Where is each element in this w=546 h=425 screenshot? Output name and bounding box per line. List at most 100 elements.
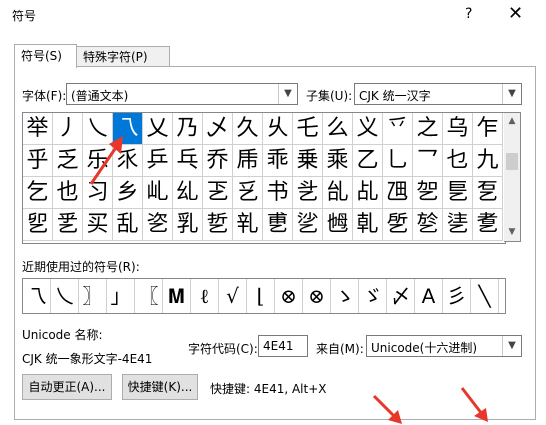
symbol-cell[interactable]: 乏: [53, 145, 83, 177]
from-select-value: Unicode(十六进制): [371, 341, 478, 355]
symbol-cell[interactable]: 乪: [383, 177, 413, 209]
symbol-cell[interactable]: 乇: [293, 113, 323, 145]
recent-symbol-cell[interactable]: 〗: [79, 279, 107, 313]
recent-symbol-cell[interactable]: 〖: [135, 279, 163, 313]
symbol-cell[interactable]: 久: [233, 113, 263, 145]
symbol-cell[interactable]: 乤: [203, 177, 233, 209]
scroll-down-icon[interactable]: ▼: [504, 224, 520, 241]
symbol-cell[interactable]: 乻: [413, 209, 443, 241]
symbol-cell[interactable]: 举: [23, 113, 53, 145]
symbol-cell[interactable]: 乼: [443, 209, 473, 241]
symbol-cell[interactable]: 乎: [23, 145, 53, 177]
help-button[interactable]: ?: [465, 6, 472, 22]
symbol-cell[interactable]: 么: [323, 113, 353, 145]
symbol-cell[interactable]: 乍: [473, 113, 503, 145]
symbol-cell[interactable]: 乜: [443, 145, 473, 177]
recent-symbol-cell[interactable]: ℓ: [191, 279, 219, 313]
font-select-value: (普通文本): [71, 89, 129, 103]
symbol-cell[interactable]: 之: [413, 113, 443, 145]
symbol-cell[interactable]: 乣: [173, 177, 203, 209]
symbol-cell[interactable]: 乨: [323, 177, 353, 209]
symbol-cell[interactable]: 乳: [173, 209, 203, 241]
recent-symbol-cell[interactable]: 」: [107, 279, 135, 313]
symbol-cell[interactable]: 乬: [443, 177, 473, 209]
symbol-cell[interactable]: 乧: [293, 177, 323, 209]
symbol-cell[interactable]: 乖: [263, 145, 293, 177]
symbol-cell[interactable]: 乓: [173, 145, 203, 177]
recent-symbol-cell[interactable]: ⊗: [303, 279, 331, 313]
symbol-cell[interactable]: 乥: [233, 177, 263, 209]
symbol-cell[interactable]: 乌: [443, 113, 473, 145]
autocorrect-button[interactable]: 自动更正(A)...: [22, 374, 112, 400]
symbol-cell[interactable]: 书: [263, 177, 293, 209]
recent-symbol-cell[interactable]: 乀: [51, 279, 79, 313]
symbol-cell[interactable]: 乲: [143, 209, 173, 241]
symbol-cell[interactable]: 乱: [113, 209, 143, 241]
symbol-cell[interactable]: 乔: [203, 145, 233, 177]
symbol-cell[interactable]: 乹: [353, 209, 383, 241]
grid-scrollbar[interactable]: ▲ ▼: [504, 112, 521, 242]
symbol-cell[interactable]: 乯: [53, 209, 83, 241]
from-select[interactable]: Unicode(十六进制) ▼: [366, 335, 522, 357]
symbol-cell[interactable]: 乸: [323, 209, 353, 241]
symbol-cell[interactable]: 乷: [293, 209, 323, 241]
recent-symbol-cell[interactable]: 乁: [23, 279, 51, 313]
symbol-cell[interactable]: 也: [53, 177, 83, 209]
font-select[interactable]: (普通文本) ▼: [66, 83, 298, 105]
shortcut-key-text: 快捷键: 4E41, Alt+X: [210, 382, 327, 396]
close-button[interactable]: ✕: [508, 3, 523, 24]
symbol-cell[interactable]: 乭: [473, 177, 503, 209]
symbol-cell[interactable]: 乙: [353, 145, 383, 177]
recent-symbol-cell[interactable]: ゞ: [359, 279, 387, 313]
tab-special-characters[interactable]: 特殊字符(P): [76, 46, 170, 67]
symbol-cell[interactable]: 乊: [383, 113, 413, 145]
symbol-cell[interactable]: 乺: [383, 209, 413, 241]
symbol-cell[interactable]: 丿: [53, 113, 83, 145]
symbol-cell[interactable]: 乢: [143, 177, 173, 209]
symbol-cell[interactable]: 乵: [233, 209, 263, 241]
symbol-cell[interactable]: 乞: [23, 177, 53, 209]
recent-symbols: 乁乀〗」〖 𝐌ℓ √ ⌊ ⊗ ⊗ ゝゞ〆 𝖠 彡 ╲: [22, 278, 506, 314]
recent-symbol-cell[interactable]: ⌊: [247, 279, 275, 313]
symbol-cell[interactable]: 乚: [383, 145, 413, 177]
symbol-cell[interactable]: 乶: [263, 209, 293, 241]
chevron-down-icon[interactable]: ▼: [278, 84, 297, 104]
symbol-cell[interactable]: 乽: [473, 209, 503, 241]
recent-symbol-cell[interactable]: √: [219, 279, 247, 313]
subset-select-value: CJK 统一汉字: [359, 89, 431, 103]
recent-symbol-cell[interactable]: 𝖠: [415, 279, 443, 313]
char-code-label: 字符代码(C):: [188, 342, 258, 356]
symbol-cell[interactable]: 乴: [203, 209, 233, 241]
tab-symbols[interactable]: 符号(S): [14, 44, 77, 68]
symbol-cell[interactable]: 乩: [353, 177, 383, 209]
shortcut-key-button[interactable]: 快捷键(K)...: [122, 374, 198, 400]
symbol-cell[interactable]: 乆: [263, 113, 293, 145]
symbol-cell[interactable]: 义: [353, 113, 383, 145]
symbol-cell[interactable]: 乕: [233, 145, 263, 177]
subset-select[interactable]: CJK 统一汉字 ▼: [354, 83, 522, 105]
scroll-up-icon[interactable]: ▲: [504, 113, 520, 130]
char-code-input[interactable]: 4E41: [258, 335, 308, 357]
symbol-cell[interactable]: 乛: [413, 145, 443, 177]
recent-symbol-cell[interactable]: ⊗: [275, 279, 303, 313]
symbol-cell[interactable]: 乘: [323, 145, 353, 177]
chevron-down-icon[interactable]: ▼: [502, 84, 521, 104]
recent-symbol-cell[interactable]: 〆: [387, 279, 415, 313]
recent-symbol-cell[interactable]: ゝ: [331, 279, 359, 313]
symbol-cell[interactable]: 乒: [143, 145, 173, 177]
symbol-cell[interactable]: 乫: [413, 177, 443, 209]
recent-symbol-cell[interactable]: ╲: [471, 279, 499, 313]
symbol-cell[interactable]: 九: [473, 145, 503, 177]
chevron-down-icon[interactable]: ▼: [502, 336, 521, 356]
symbol-cell[interactable]: 乂: [143, 113, 173, 145]
scroll-thumb[interactable]: [506, 153, 518, 170]
symbol-cell[interactable]: 乗: [293, 145, 323, 177]
unicode-name-label: Unicode 名称:: [22, 328, 103, 342]
symbol-cell[interactable]: 乮: [23, 209, 53, 241]
symbol-cell[interactable]: 买: [83, 209, 113, 241]
recent-label: 近期使用过的符号(R):: [22, 260, 140, 274]
recent-symbol-cell[interactable]: 彡: [443, 279, 471, 313]
recent-symbol-cell[interactable]: 𝐌: [163, 279, 191, 313]
symbol-cell[interactable]: 乃: [173, 113, 203, 145]
symbol-cell[interactable]: 乄: [203, 113, 233, 145]
